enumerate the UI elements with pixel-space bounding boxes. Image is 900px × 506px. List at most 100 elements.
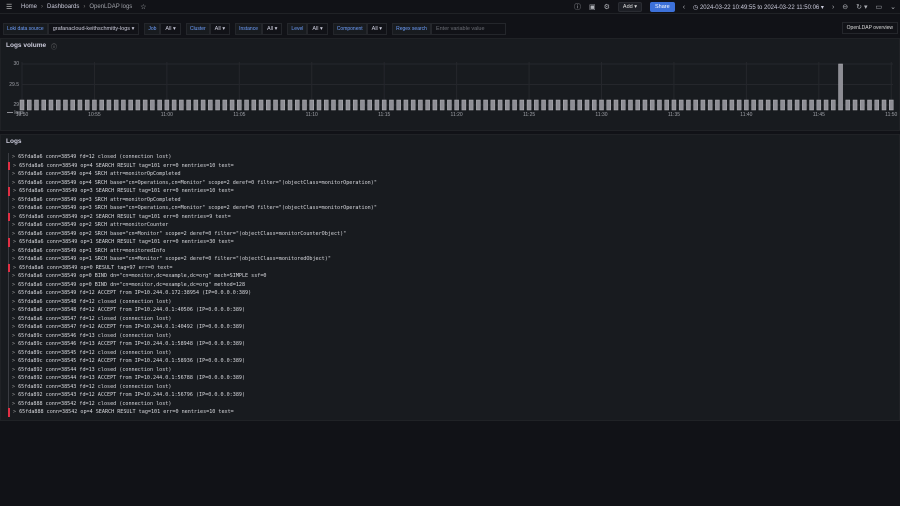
volume-bar[interactable] [128,99,133,111]
expand-chevron-icon[interactable]: > [13,163,16,169]
log-line[interactable]: >65fda8a6 conn=38549 op=2 SEARCH RESULT … [8,212,377,221]
expand-chevron-icon[interactable]: > [12,248,15,254]
volume-bar[interactable] [476,99,481,111]
volume-bar[interactable] [715,99,720,111]
log-line[interactable]: >65fda892 conn=38544 fd=13 ACCEPT from I… [8,374,377,383]
volume-bar[interactable] [686,99,691,111]
volume-bar[interactable] [874,99,880,111]
volume-bar[interactable] [323,99,329,111]
volume-bar[interactable] [215,99,220,111]
volume-bar[interactable] [613,99,619,111]
share-button[interactable]: Share [650,2,675,12]
volume-bar[interactable] [338,99,343,111]
log-line[interactable]: >65fda8a6 conn=38549 op=3 SRCH base="cn=… [8,204,377,213]
expand-chevron-icon[interactable]: > [12,154,15,160]
log-line[interactable]: >65fda89c conn=38546 fd=13 closed (conne… [8,331,377,340]
log-line[interactable]: >65fda8a6 conn=38548 fd=12 ACCEPT from I… [8,306,377,315]
volume-bar[interactable] [186,99,191,111]
volume-bar[interactable] [534,99,539,111]
var-select-component[interactable]: All ▾ [366,22,388,35]
volume-bar[interactable] [497,99,503,111]
volume-bar[interactable] [649,99,655,111]
volume-bar[interactable] [519,99,525,111]
volume-bar[interactable] [555,99,561,111]
volume-bar[interactable] [84,99,90,111]
volume-bar[interactable] [505,99,510,111]
log-line[interactable]: >65fda8a6 conn=38549 op=2 SRCH base="cn=… [8,229,377,238]
volume-bar[interactable] [845,99,851,111]
volume-bar[interactable] [142,99,148,111]
log-line[interactable]: >65fda8a6 conn=38549 op=3 SRCH attr=moni… [8,195,377,204]
menu-icon[interactable]: ☰ [6,3,14,11]
volume-bar[interactable] [374,99,380,111]
volume-bar[interactable] [700,99,706,111]
expand-chevron-icon[interactable]: > [12,333,15,339]
log-line[interactable]: >65fda8a6 conn=38549 op=4 SEARCH RESULT … [8,161,377,170]
volume-bar[interactable] [273,99,278,111]
volume-bar[interactable] [171,99,177,111]
volume-bar[interactable] [867,99,872,111]
expand-chevron-icon[interactable]: > [13,239,16,245]
expand-chevron-icon[interactable]: > [12,231,15,237]
expand-chevron-icon[interactable]: > [12,316,15,322]
log-line[interactable]: >65fda8a6 conn=38547 fd=12 ACCEPT from I… [8,323,377,332]
volume-bar[interactable] [707,99,713,111]
expand-chevron-icon[interactable]: > [12,299,15,305]
volume-bar[interactable] [302,99,307,111]
info-icon[interactable]: ⓘ [574,2,581,12]
volume-bar[interactable] [628,99,633,111]
volume-bar[interactable] [280,99,286,111]
volume-bar[interactable] [816,99,822,111]
volume-bar[interactable] [229,99,235,111]
var-select-datasource[interactable]: grafanacloud-keithschmitty-logs ▾ [47,22,140,35]
volume-bar[interactable] [461,99,467,111]
volume-bar[interactable] [208,99,213,111]
volume-bar[interactable] [77,99,83,111]
expand-chevron-icon[interactable]: > [12,324,15,330]
volume-bar[interactable] [244,99,249,111]
volume-bar[interactable] [512,99,517,111]
log-line[interactable]: >65fda8a6 conn=38549 fd=12 closed (conne… [8,153,377,162]
var-select-instance[interactable]: All ▾ [262,22,283,35]
legend-item-logs[interactable]: logs [7,110,24,116]
volume-bar[interactable] [266,99,271,111]
volume-bar[interactable] [889,99,894,111]
volume-bar[interactable] [823,99,829,111]
log-line[interactable]: >65fda892 conn=38543 fd=12 ACCEPT from I… [8,391,377,400]
volume-bar[interactable] [63,99,68,111]
log-line[interactable]: >65fda892 conn=38543 fd=12 closed (conne… [8,382,377,391]
volume-bar[interactable] [157,99,162,111]
volume-bar[interactable] [237,99,242,111]
volume-bar[interactable] [258,99,264,111]
volume-bar[interactable] [106,99,112,111]
volume-bar[interactable] [447,99,452,111]
log-line[interactable]: >65fda8a6 conn=38549 op=0 BIND dn="cn=mo… [8,280,377,289]
log-line[interactable]: >65fda8a6 conn=38549 op=1 SRCH attr=moni… [8,246,377,255]
volume-bar[interactable] [599,99,604,111]
volume-bar[interactable] [563,99,568,111]
expand-chevron-icon[interactable]: > [12,358,15,364]
chevron-down-icon[interactable]: ⌄ [890,3,896,11]
chevron-right-icon[interactable]: › [832,4,834,11]
volume-bar[interactable] [48,99,54,111]
log-line[interactable]: >65fda89c conn=38546 fd=13 ACCEPT from I… [8,340,377,349]
log-line[interactable]: >65fda888 conn=38542 op=4 SEARCH RESULT … [8,408,377,417]
volume-bar[interactable] [432,99,438,111]
volume-bar[interactable] [150,99,155,111]
settings-gear-icon[interactable]: ⚙ [604,3,610,11]
volume-bar[interactable] [34,99,39,111]
expand-chevron-icon[interactable]: > [12,273,15,279]
volume-bar[interactable] [620,99,626,111]
volume-bar[interactable] [200,99,206,111]
expand-chevron-icon[interactable]: > [12,171,15,177]
volume-bar[interactable] [577,99,583,111]
volume-bar[interactable] [418,99,423,111]
volume-bar[interactable] [352,99,358,111]
log-line[interactable]: >65fda89c conn=38545 fd=12 ACCEPT from I… [8,357,377,366]
expand-chevron-icon[interactable]: > [12,180,15,186]
volume-bar[interactable] [193,99,199,111]
save-icon[interactable]: ▣ [589,3,596,11]
volume-bar[interactable] [548,99,554,111]
tv-mode-icon[interactable]: ▭ [876,3,883,11]
var-select-cluster[interactable]: All ▾ [209,22,231,35]
